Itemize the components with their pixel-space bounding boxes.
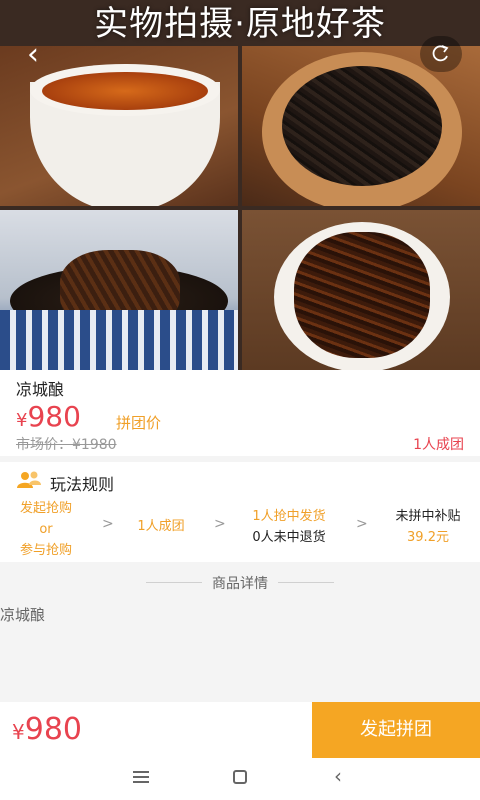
detail-header: 商品详情 — [0, 570, 480, 596]
chevron-left-icon: ‹ — [27, 37, 39, 72]
detail-body: 凉城酿 — [0, 606, 46, 624]
step1-line3: 参与抢购 — [19, 543, 72, 558]
arrow-icon: > — [356, 516, 368, 532]
step3-line1: 1人抢中发货 — [252, 509, 326, 524]
product-gallery[interactable]: 实物拍摄·原地好茶 ‹ — [0, 0, 480, 370]
share-icon — [432, 45, 449, 62]
dry-tea-leaves — [282, 66, 442, 186]
arrow-icon: > — [214, 516, 226, 532]
bowl-pattern — [0, 310, 238, 370]
product-price: ¥980 — [16, 400, 81, 433]
share-button[interactable] — [420, 36, 462, 72]
step3-line2: 0人未中退货 — [252, 530, 326, 545]
tea-liquid — [42, 72, 208, 110]
price-value: 980 — [27, 400, 81, 433]
step-subsidy: 未拼中补贴 39.2元 — [380, 506, 476, 548]
divider — [278, 582, 334, 583]
step-start-or-join: 发起抢购 or 参与抢购 — [10, 498, 82, 561]
menu-icon[interactable] — [133, 771, 149, 783]
group-size: 1人成团 — [413, 437, 464, 453]
group-price-tag: 拼团价 — [116, 414, 162, 432]
wet-tea-leaves — [294, 232, 430, 358]
step4-line1: 未拼中补贴 — [395, 509, 461, 524]
bottom-price-value: 980 — [24, 712, 82, 747]
arrow-icon: > — [102, 516, 114, 532]
currency-symbol: ¥ — [16, 410, 28, 431]
step1-line2: or — [39, 522, 53, 537]
banner-text: 实物拍摄·原地好茶 — [94, 4, 386, 44]
step-group-formed: 1人成团 — [137, 519, 185, 534]
product-info: 凉城酿 ¥980 拼团价 市场价：¥1980 1人成团 — [0, 370, 480, 456]
bottom-price: ¥980 — [12, 712, 82, 747]
start-group-buy-button[interactable]: 发起拼团 — [312, 702, 480, 758]
currency-symbol: ¥ — [12, 720, 25, 744]
wet-leaves-photo — [242, 210, 480, 370]
bottom-action-bar: ¥980 发起拼团 — [0, 702, 480, 758]
group-users-icon — [17, 471, 41, 488]
rules-title: 玩法规则 — [50, 475, 115, 494]
back-icon[interactable]: ‹ — [334, 764, 342, 788]
detail-title: 商品详情 — [212, 576, 268, 592]
product-name: 凉城酿 — [16, 380, 65, 399]
step1-line1: 发起抢购 — [19, 501, 72, 516]
step4-line2: 39.2元 — [407, 530, 449, 545]
home-icon[interactable] — [233, 770, 247, 784]
back-button[interactable]: ‹ — [14, 38, 52, 72]
brewing-bowl-photo — [0, 210, 238, 370]
system-navigation-bar: ‹ — [0, 758, 480, 800]
step-ship-or-refund: 1人抢中发货 0人未中退货 — [236, 506, 342, 548]
market-price: 市场价：¥1980 — [16, 437, 117, 453]
rules-section[interactable]: 玩法规则 发起抢购 or 参与抢购 > 1人成团 > 1人抢中发货 0人未中退货… — [0, 462, 480, 562]
